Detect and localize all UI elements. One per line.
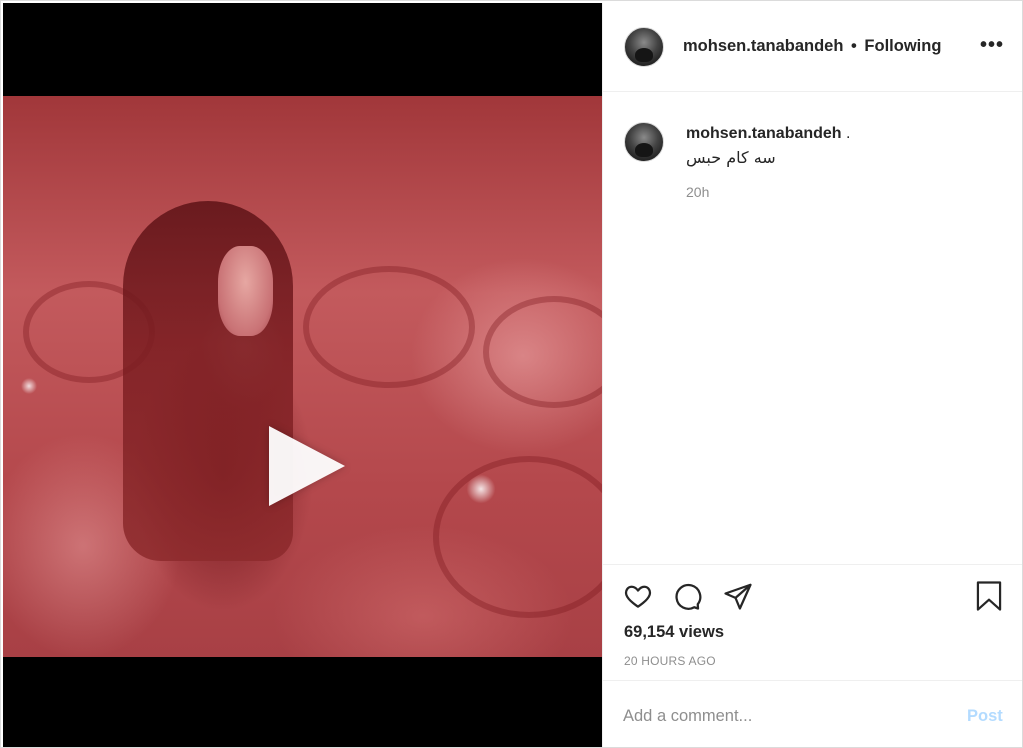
video-player[interactable] <box>3 96 602 657</box>
caption-avatar[interactable] <box>624 122 664 162</box>
heart-icon[interactable] <box>623 581 653 611</box>
post-dialog: mohsen.tanabandeh • Following ••• mohsen… <box>0 0 1023 748</box>
caption-text: سه کام حبس <box>686 148 776 167</box>
background-shape <box>303 266 475 388</box>
views-count[interactable]: 69,154 views <box>624 623 724 642</box>
avatar[interactable] <box>624 27 664 67</box>
details-panel: mohsen.tanabandeh • Following ••• mohsen… <box>602 3 1022 747</box>
background-shape <box>433 456 602 618</box>
play-icon[interactable] <box>269 426 345 506</box>
action-bar: 69,154 views 20 HOURS AGO <box>603 564 1022 681</box>
more-options-icon[interactable]: ••• <box>980 35 1003 55</box>
video-subject <box>123 201 293 561</box>
header-user-line: mohsen.tanabandeh • Following <box>683 37 941 56</box>
comment-bar: Post <box>603 680 1022 748</box>
post-timestamp[interactable]: 20 HOURS AGO <box>624 654 716 668</box>
caption-username-text[interactable]: mohsen.tanabandeh <box>686 125 842 142</box>
post-header: mohsen.tanabandeh • Following ••• <box>603 3 1022 92</box>
caption-timestamp[interactable]: 20h <box>686 184 709 200</box>
separator-dot: • <box>851 37 857 55</box>
bookmark-icon[interactable] <box>974 580 1004 612</box>
background-shape <box>483 296 602 408</box>
video-subject-face <box>218 246 273 336</box>
following-button[interactable]: Following <box>864 37 941 55</box>
comment-input[interactable] <box>623 703 943 729</box>
caption-username[interactable]: mohsen.tanabandeh . <box>686 125 850 143</box>
comment-bubble-icon[interactable] <box>672 581 702 611</box>
post-button[interactable]: Post <box>967 707 1003 726</box>
caption-trailing-dot: . <box>846 125 851 142</box>
paper-plane-icon[interactable] <box>723 581 753 611</box>
username-link[interactable]: mohsen.tanabandeh <box>683 37 843 55</box>
media-panel <box>3 3 602 747</box>
